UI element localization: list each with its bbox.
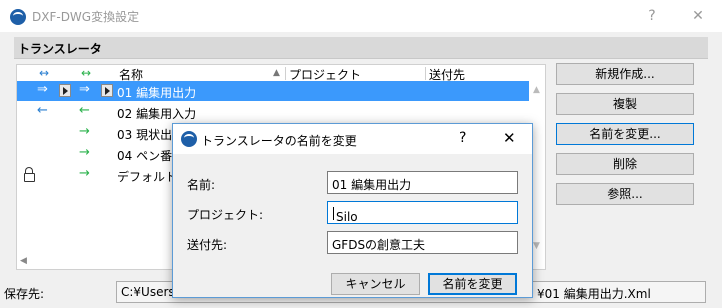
delete-button[interactable]: 削除 (556, 153, 694, 175)
double-arrow-icon: ↔ (39, 66, 50, 80)
browse-button[interactable]: 参照... (556, 183, 694, 205)
scroll-down-icon[interactable]: ▼ (533, 241, 540, 251)
rename-confirm-button[interactable]: 名前を変更 (428, 273, 517, 295)
text-caret (333, 207, 334, 220)
name-label: 名前: (187, 178, 216, 192)
project-field-text: Silo (336, 210, 358, 224)
name-field[interactable]: 01 編集用出力 (327, 171, 518, 194)
close-icon[interactable]: ✕ (688, 6, 708, 26)
expand-icon[interactable] (59, 84, 71, 97)
title-bar: DXF-DWG変換設定 ? ✕ (0, 0, 722, 32)
left-arrow-icon: ← (37, 103, 48, 118)
double-arrow-icon: ↔ (81, 66, 92, 80)
scroll-left-icon[interactable]: ◀ (20, 256, 27, 266)
list-item[interactable]: ⇒ ⇒ 01 編集用出力 (17, 81, 529, 101)
help-icon[interactable]: ? (642, 6, 662, 26)
list-item-label: 03 現状出 (117, 128, 173, 142)
dest-label: 送付先: (187, 238, 228, 252)
save-path-start: C:¥Users (121, 285, 175, 299)
right-arrow-icon: → (79, 166, 90, 181)
list-item-label: 02 編集用入力 (117, 107, 197, 121)
dialog-title-bar: トランスレータの名前を変更 ? ✕ (173, 124, 532, 154)
list-item[interactable]: ← ← 02 編集用入力 (17, 102, 529, 122)
project-field-value: Silo (332, 206, 358, 224)
app-icon (181, 131, 197, 147)
list-item-label: デフォルト (117, 170, 178, 184)
dest-field[interactable]: GFDSの創意工夫 (327, 231, 518, 254)
right-arrow-icon: → (79, 124, 90, 139)
dest-field-value: GFDSの創意工夫 (332, 238, 426, 252)
name-field-value: 01 編集用出力 (332, 178, 412, 192)
save-path-end: ¥01 編集用出力.Xml (537, 287, 651, 301)
window-title: DXF-DWG変換設定 (32, 10, 140, 24)
left-arrow-icon: ← (79, 103, 90, 118)
new-button[interactable]: 新規作成... (556, 63, 694, 85)
cancel-button[interactable]: キャンセル (331, 273, 420, 295)
right-arrow-icon: → (79, 145, 90, 160)
project-field[interactable]: Silo (327, 201, 518, 224)
sort-asc-icon: ▲ (273, 68, 280, 78)
vertical-scrollbar[interactable]: ▲ ▼ (531, 65, 545, 269)
project-label: プロジェクト: (187, 208, 264, 222)
save-location-label: 保存先: (4, 287, 45, 301)
rename-dialog: トランスレータの名前を変更 ? ✕ 名前: 01 編集用出力 プロジェクト: S… (172, 123, 533, 298)
section-header: トランスレータ (14, 37, 708, 59)
duplicate-button[interactable]: 複製 (556, 93, 694, 115)
list-header: ↔ ↔ 名称 ▲ プロジェクト 送付先 (17, 65, 527, 82)
list-item-label: 01 編集用出力 (117, 86, 197, 100)
rename-button[interactable]: 名前を変更... (556, 123, 694, 145)
section-title: トランスレータ (18, 42, 102, 56)
help-icon[interactable]: ? (459, 130, 466, 146)
scroll-up-icon[interactable]: ▲ (533, 85, 540, 95)
double-arrow-icon: ⇒ (79, 82, 90, 97)
double-arrow-icon: ⇒ (37, 82, 48, 97)
dialog-title: トランスレータの名前を変更 (201, 134, 357, 148)
expand-icon[interactable] (101, 84, 113, 97)
close-icon[interactable]: ✕ (503, 129, 516, 147)
app-icon (10, 9, 26, 25)
lock-icon (24, 167, 35, 182)
